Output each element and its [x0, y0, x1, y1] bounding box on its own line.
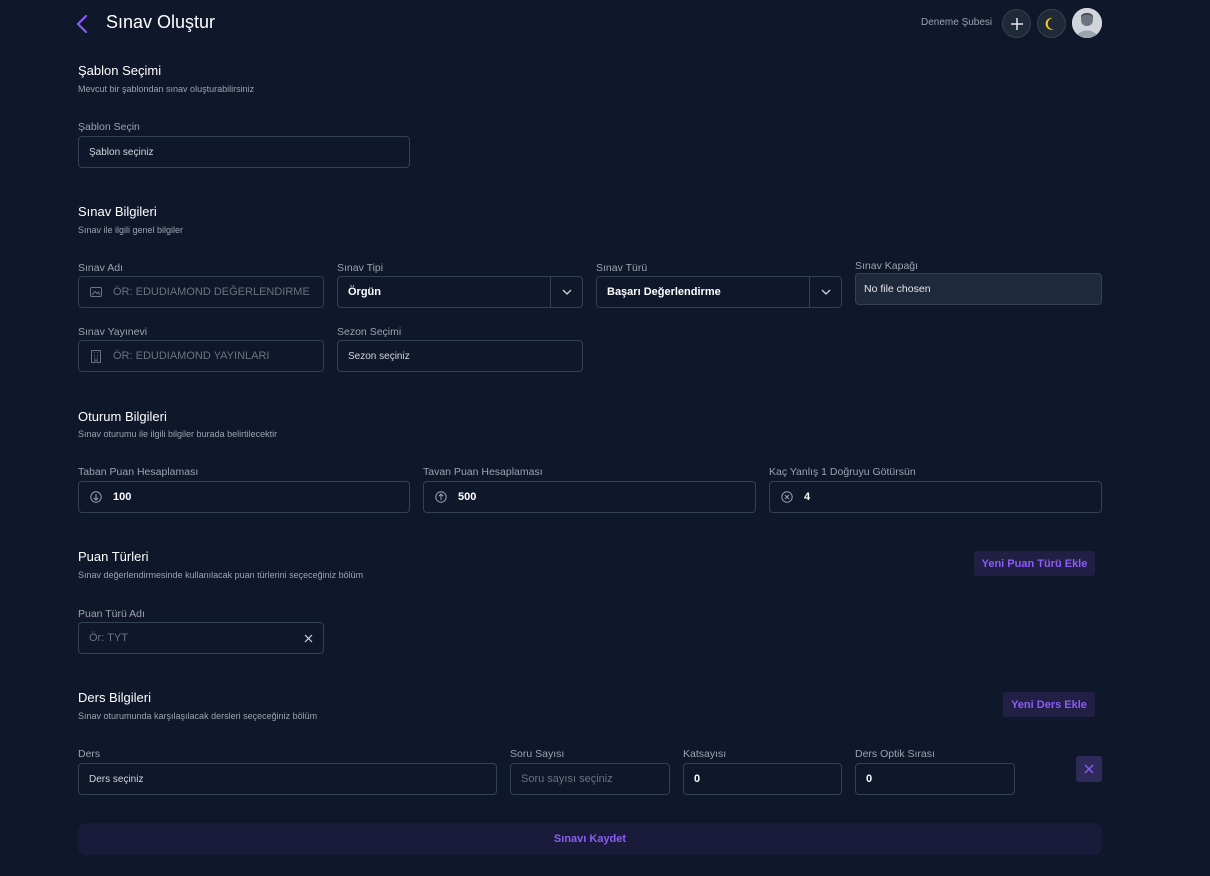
add-lesson-button[interactable]: Yeni Ders Ekle [1003, 692, 1095, 717]
base-score-input[interactable]: 100 [78, 481, 410, 513]
add-button[interactable] [1002, 9, 1031, 38]
optic-order-value: 0 [866, 773, 873, 785]
question-count-label: Soru Sayısı [510, 748, 565, 760]
exam-type-value: Örgün [348, 286, 381, 298]
image-icon [89, 285, 103, 299]
wrong-ratio-input[interactable]: 4 [769, 481, 1102, 513]
wrong-ratio-value: 4 [804, 491, 811, 503]
session-info-description: Sınav oturumu ile ilgili bilgiler burada… [78, 429, 278, 439]
season-label: Sezon Seçimi [337, 326, 402, 338]
score-type-name-input[interactable]: Ör: TYT [78, 622, 324, 654]
exam-cover-label: Sınav Kapağı [855, 260, 919, 272]
template-section-title: Şablon Seçimi [78, 63, 162, 78]
ceiling-score-input[interactable]: 500 [423, 481, 756, 513]
arrow-down-circle-icon [89, 490, 103, 504]
exam-type-select[interactable]: Örgün [337, 276, 583, 308]
page-title: Sınav Oluştur [106, 12, 216, 32]
publisher-label: Sınav Yayınevi [78, 326, 148, 338]
template-label: Şablon Seçin [78, 121, 140, 133]
exam-name-placeholder: ÖR: EDUDIAMOND DEĞERLENDIRME [113, 286, 310, 298]
coefficient-label: Katsayısı [683, 748, 727, 760]
exam-info-description: Sınav ile ilgili genel bilgiler [78, 225, 184, 235]
back-chevron-icon[interactable] [74, 13, 92, 35]
exam-kind-value: Başarı Değerlendirme [607, 286, 721, 298]
clear-icon[interactable] [304, 634, 313, 643]
lesson-select[interactable]: Ders seçiniz [78, 763, 497, 795]
publisher-placeholder: ÖR: EDUDIAMOND YAYINLARI [113, 350, 270, 362]
session-info-title: Oturum Bilgileri [78, 409, 167, 424]
score-types-title: Puan Türleri [78, 549, 149, 564]
lesson-label: Ders [78, 748, 101, 760]
remove-lesson-button[interactable] [1076, 756, 1102, 782]
lessons-description: Sınav oturumunda karşılaşılacak dersleri… [78, 711, 318, 721]
wrong-ratio-label: Kaç Yanlış 1 Doğruyu Götürsün [769, 466, 916, 478]
plus-icon [1010, 17, 1023, 30]
exam-name-label: Sınav Adı [78, 262, 123, 274]
ceiling-score-value: 500 [458, 491, 477, 503]
save-exam-button[interactable]: Sınavı Kaydet [78, 823, 1102, 855]
close-icon [1084, 764, 1094, 774]
add-score-type-button[interactable]: Yeni Puan Türü Ekle [974, 551, 1095, 576]
building-icon [89, 349, 103, 363]
exam-kind-select[interactable]: Başarı Değerlendirme [596, 276, 842, 308]
season-select-value: Sezon seçiniz [348, 350, 410, 362]
exam-info-title: Sınav Bilgileri [78, 204, 157, 219]
base-score-label: Taban Puan Hesaplaması [78, 466, 199, 478]
template-section-description: Mevcut bir şablondan sınav oluşturabilir… [78, 84, 255, 94]
chevron-down-icon [809, 277, 841, 307]
exam-name-input[interactable]: ÖR: EDUDIAMOND DEĞERLENDIRME [78, 276, 324, 308]
publisher-input[interactable]: ÖR: EDUDIAMOND YAYINLARI [78, 340, 324, 372]
theme-toggle-button[interactable] [1037, 9, 1066, 38]
score-types-description: Sınav değerlendirmesinde kullanılacak pu… [78, 570, 364, 580]
exam-type-label: Sınav Tipi [337, 262, 384, 274]
template-select[interactable]: Şablon seçiniz [78, 136, 410, 168]
arrow-up-circle-icon [434, 490, 448, 504]
x-circle-icon [780, 490, 794, 504]
exam-cover-file-input[interactable]: No file chosen [855, 273, 1102, 305]
optic-order-label: Ders Optik Sırası [855, 748, 935, 760]
branch-name[interactable]: Deneme Şubesi [921, 17, 992, 28]
exam-kind-label: Sınav Türü [596, 262, 648, 274]
template-select-value: Şablon seçiniz [89, 146, 154, 158]
question-count-input[interactable]: Soru sayısı seçiniz [510, 763, 670, 795]
coefficient-value: 0 [694, 773, 701, 785]
base-score-value: 100 [113, 491, 132, 503]
user-avatar-icon [1072, 8, 1102, 38]
question-count-placeholder: Soru sayısı seçiniz [521, 773, 613, 785]
season-select[interactable]: Sezon seçiniz [337, 340, 583, 372]
score-type-name-label: Puan Türü Adı [78, 608, 145, 620]
moon-icon [1045, 17, 1054, 30]
optic-order-input[interactable]: 0 [855, 763, 1015, 795]
ceiling-score-label: Tavan Puan Hesaplaması [423, 466, 543, 478]
exam-cover-file-status: No file chosen [864, 283, 931, 295]
avatar[interactable] [1072, 8, 1102, 38]
lessons-title: Ders Bilgileri [78, 690, 151, 705]
chevron-down-icon [550, 277, 582, 307]
coefficient-input[interactable]: 0 [683, 763, 842, 795]
score-type-name-placeholder: Ör: TYT [89, 632, 128, 644]
lesson-select-value: Ders seçiniz [89, 773, 144, 785]
